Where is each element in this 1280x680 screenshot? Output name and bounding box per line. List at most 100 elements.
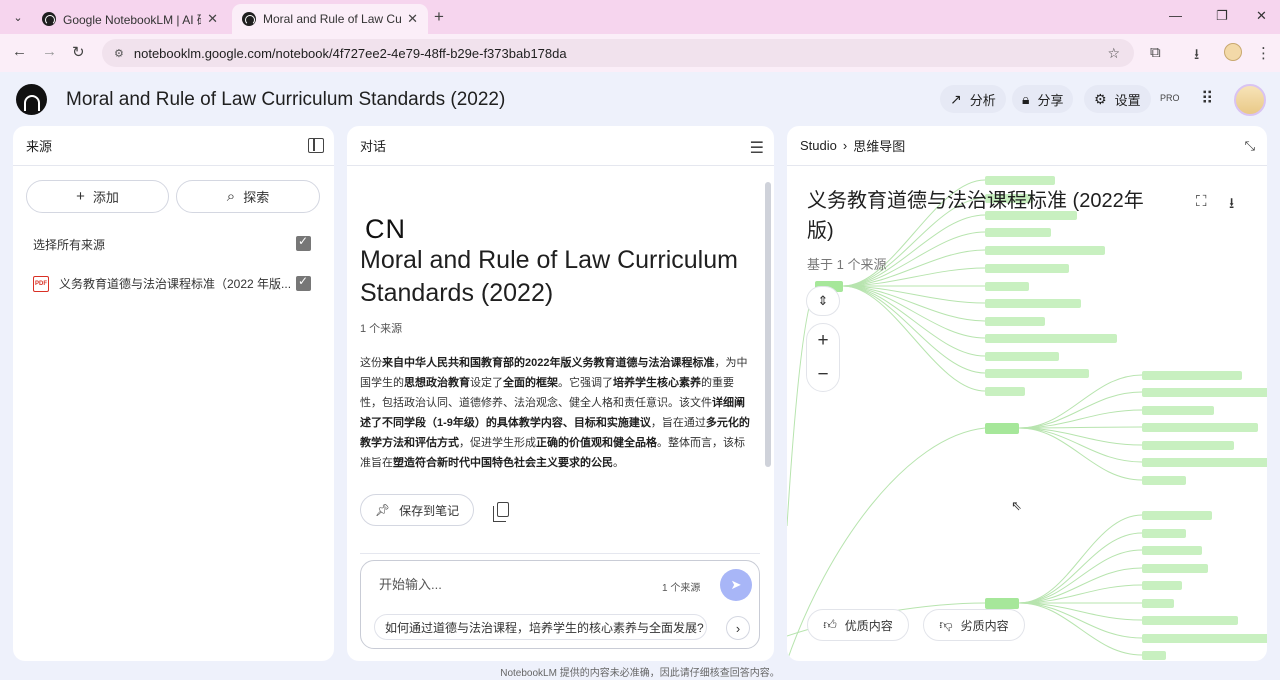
browser-tab-bar: ⌄ Google NotebookLM | AI 研究 ✕ Moral and … — [0, 0, 1280, 34]
summary-segment: 。它强调了 — [558, 377, 613, 389]
chevron-right-icon[interactable]: › — [726, 616, 750, 640]
summary-segment: 塑造符合新时代中国特色社会主义要求的公民 — [393, 457, 613, 469]
good-content-button[interactable]: 👍︎ 优质内容 — [807, 609, 909, 641]
studio-header: Studio › 思维导图 ⤡ — [787, 126, 1267, 166]
bookmark-star-icon[interactable]: ☆ — [1107, 45, 1120, 62]
collapse-panel-icon[interactable] — [308, 138, 324, 153]
zoom-in-icon[interactable]: + — [807, 324, 839, 358]
send-button[interactable]: ➤ — [720, 569, 752, 601]
mind-map-node — [1142, 371, 1242, 380]
collapse-icon[interactable]: ⤡ — [1245, 138, 1255, 154]
mind-map-node — [1142, 441, 1234, 450]
mind-map-node — [985, 282, 1029, 291]
mind-map-node — [1142, 616, 1238, 625]
source-checkbox[interactable] — [296, 274, 311, 291]
downloads-icon[interactable]: ⭳ — [1194, 44, 1199, 69]
url-text: notebooklm.google.com/notebook/4f727ee2-… — [133, 45, 567, 61]
summary-segment: 。 — [613, 457, 624, 469]
app-header: Moral and Rule of Law Curriculum Standar… — [0, 72, 1280, 126]
chevron-right-icon: › — [842, 138, 848, 153]
notebook-title[interactable]: Moral and Rule of Law Curriculum Standar… — [66, 89, 505, 111]
mind-map-link — [1018, 602, 1143, 656]
chat-header: 对话 ☰ — [347, 126, 774, 166]
notebooklm-favicon-icon — [242, 12, 256, 26]
plus-icon: + — [76, 188, 85, 205]
download-icon[interactable]: ⭳ — [1229, 193, 1234, 218]
notebook-heading: Moral and Rule of Law Curriculum Standar… — [360, 246, 738, 307]
suggested-question[interactable]: 如何通过道德与法治课程，培养学生的核心素养与全面发展? — [374, 614, 707, 640]
forward-icon[interactable]: → — [42, 43, 57, 60]
browser-tab-notebooklm[interactable]: Google NotebookLM | AI 研究 ✕ — [32, 4, 228, 34]
input-source-count: 1 个来源 — [662, 583, 701, 594]
select-all-checkbox[interactable] — [296, 234, 311, 251]
browser-profile-avatar[interactable] — [1224, 43, 1242, 61]
maximize-icon[interactable]: ❐ — [1216, 8, 1228, 24]
chat-panel: 对话 ☰ CN Moral and Rule of Law Curriculum… — [347, 126, 774, 661]
analyze-button[interactable]: ↗ 分析 — [940, 85, 1006, 113]
explore-button[interactable]: ⌕ 探索 — [176, 180, 320, 213]
share-label: 分享 — [1037, 92, 1064, 108]
mindmap-subtitle: 基于 1 个来源 — [807, 257, 887, 272]
share-button[interactable]: 🔒︎ 分享 — [1012, 85, 1074, 113]
crumb-studio[interactable]: Studio — [800, 138, 837, 153]
chat-scrollbar[interactable] — [765, 182, 771, 467]
window-close-icon[interactable]: ✕ — [1256, 8, 1267, 24]
expand-collapse-icon[interactable]: ⇕ — [806, 286, 840, 316]
zoom-out-icon[interactable]: − — [807, 358, 839, 392]
studio-panel: Studio › 思维导图 ⤡ 义务教育道德与法治课程标准 (2022年版) 基… — [787, 126, 1267, 661]
thumbs-up-icon: 👍︎ — [823, 617, 837, 632]
mind-map-node — [1142, 458, 1267, 467]
extensions-icon[interactable]: ⧉ — [1150, 44, 1161, 61]
mind-map-link — [1018, 532, 1143, 604]
mind-map-node — [985, 264, 1069, 273]
settings-button[interactable]: ⚙ 设置 — [1084, 85, 1151, 113]
minimize-icon[interactable]: — — [1169, 8, 1182, 23]
tab-search-icon[interactable]: ⌄ — [8, 7, 28, 27]
chat-input[interactable] — [379, 577, 629, 592]
mind-map-link — [1018, 427, 1143, 481]
mind-map-link — [1018, 602, 1143, 639]
fullscreen-icon[interactable]: ⛶ — [1196, 193, 1207, 210]
explore-label: 探索 — [243, 190, 270, 205]
chat-heading: 对话 — [360, 139, 387, 154]
mind-map-node — [1142, 529, 1186, 538]
tune-settings-icon[interactable]: ☰ — [750, 138, 764, 158]
notebooklm-logo-icon[interactable] — [16, 84, 47, 115]
mind-map-node — [1142, 634, 1267, 643]
select-all-label: 选择所有来源 — [33, 238, 106, 252]
mind-map-node — [1142, 388, 1267, 397]
mind-map-branch-node — [985, 598, 1019, 609]
source-item[interactable]: PDF 义务教育道德与法治课程标准（2022 年版... — [33, 275, 293, 292]
chat-divider — [360, 553, 760, 554]
apps-grid-icon[interactable]: ⠿ — [1201, 89, 1213, 109]
mind-map-branch-node — [985, 423, 1019, 434]
browser-menu-icon[interactable]: ⋮ — [1256, 44, 1271, 62]
tab-title: Google NotebookLM | AI 研究 — [63, 12, 201, 27]
sources-panel: 来源 + 添加 ⌕ 探索 选择所有来源 PDF 义务教育道德与法治课程标准（20… — [13, 126, 334, 661]
sources-heading: 来源 — [26, 139, 53, 154]
sources-header: 来源 — [13, 126, 334, 166]
site-info-icon[interactable]: ⚙ — [114, 47, 124, 60]
mind-map-link — [842, 285, 986, 339]
mind-map-node — [985, 299, 1081, 308]
save-to-note-button[interactable]: 📌︎ 保存到笔记 — [360, 494, 474, 526]
tab-close-icon[interactable]: ✕ — [207, 11, 218, 27]
summary-segment: 正确的价值观和健全品格 — [536, 437, 657, 449]
browser-tab-current[interactable]: Moral and Rule of Law Curric ✕ — [232, 4, 428, 34]
new-tab-icon[interactable]: + — [434, 7, 444, 27]
copy-icon[interactable] — [493, 502, 509, 522]
notebooklm-favicon-icon — [42, 12, 56, 26]
mind-map-node — [985, 387, 1025, 396]
user-avatar[interactable] — [1234, 84, 1266, 116]
url-bar[interactable]: ⚙ notebooklm.google.com/notebook/4f727ee… — [102, 39, 1134, 67]
mind-map-node — [1142, 511, 1212, 520]
back-icon[interactable]: ← — [12, 43, 27, 60]
reload-icon[interactable]: ↻ — [72, 43, 85, 61]
tab-close-icon[interactable]: ✕ — [407, 11, 418, 27]
summary-segment: 培养学生核心素养 — [613, 377, 701, 389]
add-source-button[interactable]: + 添加 — [26, 180, 169, 213]
bad-content-button[interactable]: 👎︎ 劣质内容 — [923, 609, 1025, 641]
notebook-summary: 这份来自中华人民共和国教育部的2022年版义务教育道德与法治课程标准，为中国学生… — [360, 353, 755, 473]
settings-label: 设置 — [1114, 92, 1141, 108]
mouse-cursor-icon: ⇖ — [1011, 498, 1022, 513]
